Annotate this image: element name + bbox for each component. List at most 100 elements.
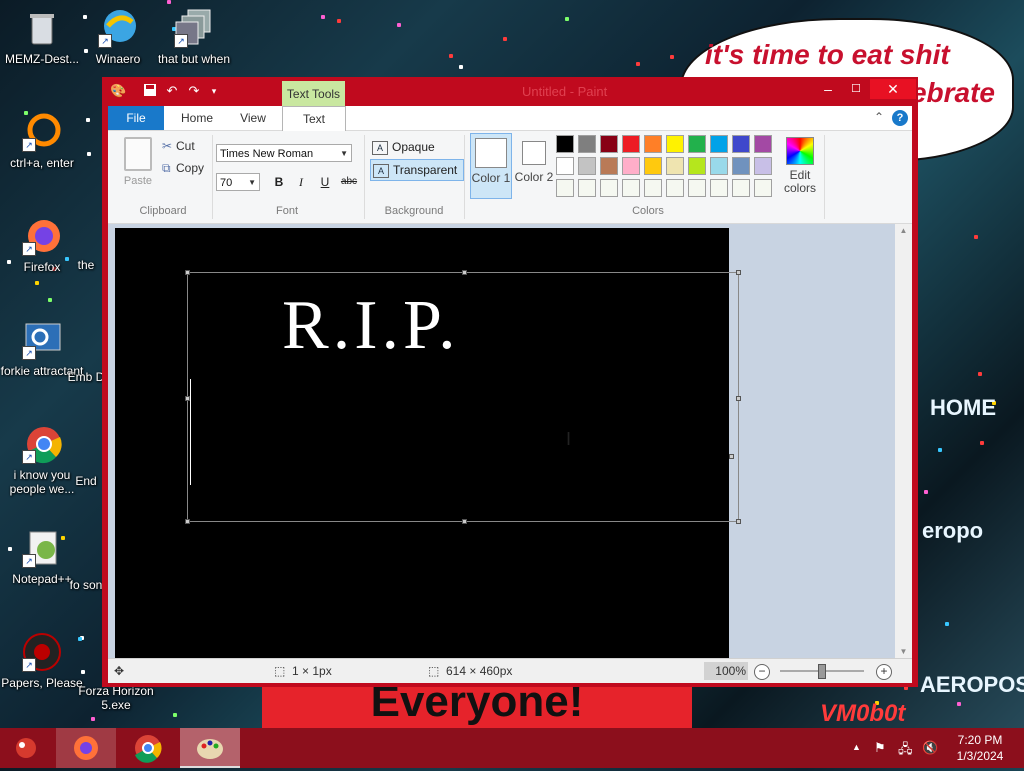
palette-swatch[interactable] <box>754 135 772 153</box>
close-button[interactable]: ✕ <box>870 79 916 99</box>
desktop-icon-that-but-when[interactable]: ↗ that but when <box>152 8 236 66</box>
desktop-icon-ctrl-a-enter[interactable]: ↗ ctrl+a, enter <box>0 112 84 170</box>
palette-swatch[interactable] <box>732 179 750 197</box>
palette-swatch[interactable] <box>556 135 574 153</box>
taskbar-firefox[interactable] <box>56 728 116 768</box>
resize-handle[interactable] <box>462 519 467 524</box>
customize-toolbar-icon[interactable]: ▾ <box>206 83 222 99</box>
tab-home[interactable]: Home <box>172 106 222 130</box>
resize-handle[interactable] <box>185 270 190 275</box>
taskbar-chrome[interactable] <box>118 728 178 768</box>
italic-button[interactable]: I <box>292 173 310 191</box>
palette-swatch[interactable] <box>710 179 728 197</box>
tab-text[interactable]: Text <box>282 106 346 132</box>
resize-handle[interactable] <box>736 396 741 401</box>
palette-swatch[interactable] <box>754 179 772 197</box>
palette-swatch[interactable] <box>556 157 574 175</box>
palette-swatch[interactable] <box>578 135 596 153</box>
start-button[interactable] <box>0 728 52 768</box>
resize-handle[interactable] <box>185 396 190 401</box>
title-bar[interactable]: 🎨 ↶ ↷ ▾ Text Tools Untitled - Paint – ☐ … <box>102 77 918 107</box>
opaque-option[interactable]: A Opaque <box>370 137 441 157</box>
resize-handle[interactable] <box>736 270 741 275</box>
copy-button[interactable]: ⧉ Copy <box>162 159 204 177</box>
taskbar-paint[interactable] <box>180 728 240 768</box>
volume-muted-icon[interactable]: 🔇 <box>922 740 938 756</box>
font-size-select[interactable]: 70 ▼ <box>216 173 260 191</box>
scroll-down-icon[interactable]: ▼ <box>895 647 912 656</box>
palette-swatch[interactable] <box>600 157 618 175</box>
edit-colors-label: Edit colors <box>783 168 816 195</box>
desktop-icon-emb[interactable]: Emb D <box>66 370 106 384</box>
selection-size-icon: ⬚ <box>274 664 286 678</box>
help-icon[interactable]: ? <box>892 110 908 126</box>
zoom-out-button[interactable]: − <box>754 664 770 680</box>
collapse-ribbon-icon[interactable]: ⌃ <box>874 110 884 124</box>
image-canvas[interactable]: R.I.P. I <box>115 228 741 658</box>
palette-swatch[interactable] <box>644 179 662 197</box>
confetti-piece <box>670 55 674 59</box>
vertical-scrollbar[interactable]: ▲ ▼ <box>895 224 912 658</box>
palette-swatch[interactable] <box>600 135 618 153</box>
paint-app-icon[interactable]: 🎨 <box>110 83 126 99</box>
tab-view[interactable]: View <box>228 106 278 130</box>
palette-swatch[interactable] <box>578 179 596 197</box>
bold-button[interactable]: B <box>270 173 288 191</box>
palette-swatch[interactable] <box>644 157 662 175</box>
palette-swatch[interactable] <box>622 135 640 153</box>
palette-swatch[interactable] <box>666 179 684 197</box>
tab-file[interactable]: File <box>108 106 164 130</box>
resize-handle[interactable] <box>185 519 190 524</box>
palette-swatch[interactable] <box>688 179 706 197</box>
confetti-piece <box>397 23 401 27</box>
resize-handle[interactable] <box>736 519 741 524</box>
desktop-icon-winaero[interactable]: ↗ Winaero <box>76 8 160 66</box>
desktop-icon-memz[interactable]: MEMZ-Dest... <box>0 8 84 66</box>
palette-swatch[interactable] <box>688 157 706 175</box>
underline-button[interactable]: U <box>316 173 334 191</box>
desktop-icon-end[interactable]: End <box>66 474 106 488</box>
palette-swatch[interactable] <box>666 135 684 153</box>
palette-swatch[interactable] <box>556 179 574 197</box>
palette-swatch[interactable] <box>578 157 596 175</box>
desktop-icon-papers-please[interactable]: ↗ Papers, Please <box>0 632 84 690</box>
network-icon[interactable]: 🖧 <box>898 740 913 762</box>
palette-swatch[interactable] <box>666 157 684 175</box>
text-box-selection[interactable]: R.I.P. I <box>185 270 741 524</box>
desktop-icon-forza[interactable]: Forza Horizon 5.exe <box>76 684 156 712</box>
palette-swatch[interactable] <box>710 157 728 175</box>
palette-swatch[interactable] <box>732 135 750 153</box>
resize-handle[interactable] <box>462 270 467 275</box>
palette-swatch[interactable] <box>688 135 706 153</box>
undo-icon[interactable]: ↶ <box>164 83 180 99</box>
paste-button[interactable]: Paste <box>118 137 158 191</box>
show-hidden-icons[interactable]: ▲ <box>852 742 861 752</box>
system-clock[interactable]: 7:20 PM 1/3/2024 <box>948 732 1012 764</box>
maximize-button[interactable]: ☐ <box>842 79 870 99</box>
palette-swatch[interactable] <box>710 135 728 153</box>
palette-swatch[interactable] <box>754 157 772 175</box>
desktop-icon-the[interactable]: the <box>66 258 106 272</box>
redo-icon[interactable]: ↷ <box>186 83 202 99</box>
palette-swatch[interactable] <box>732 157 750 175</box>
palette-swatch[interactable] <box>644 135 662 153</box>
zoom-in-button[interactable]: + <box>876 664 892 680</box>
edit-colors-button[interactable]: Edit colors <box>778 133 822 197</box>
action-center-flag-icon[interactable]: ⚑ <box>874 740 886 756</box>
color2-button[interactable]: Color 2 <box>514 133 554 197</box>
cut-button[interactable]: ✂ Cut <box>162 137 195 155</box>
zoom-slider-thumb[interactable] <box>818 664 826 679</box>
desktop-icon-fo-son[interactable]: fo son <box>66 578 106 592</box>
canvas-resize-handle[interactable] <box>729 454 734 459</box>
minimize-button[interactable]: – <box>814 79 842 99</box>
palette-swatch[interactable] <box>622 179 640 197</box>
strikethrough-button[interactable]: abc <box>338 173 360 191</box>
font-family-select[interactable]: Times New Roman ▼ <box>216 144 352 162</box>
canvas-area[interactable]: R.I.P. I ▲ ▼ <box>108 224 912 658</box>
palette-swatch[interactable] <box>600 179 618 197</box>
transparent-option[interactable]: A Transparent <box>370 159 465 181</box>
palette-swatch[interactable] <box>622 157 640 175</box>
color1-button[interactable]: Color 1 <box>470 133 512 199</box>
save-icon[interactable] <box>142 83 158 99</box>
scroll-up-icon[interactable]: ▲ <box>895 226 912 235</box>
